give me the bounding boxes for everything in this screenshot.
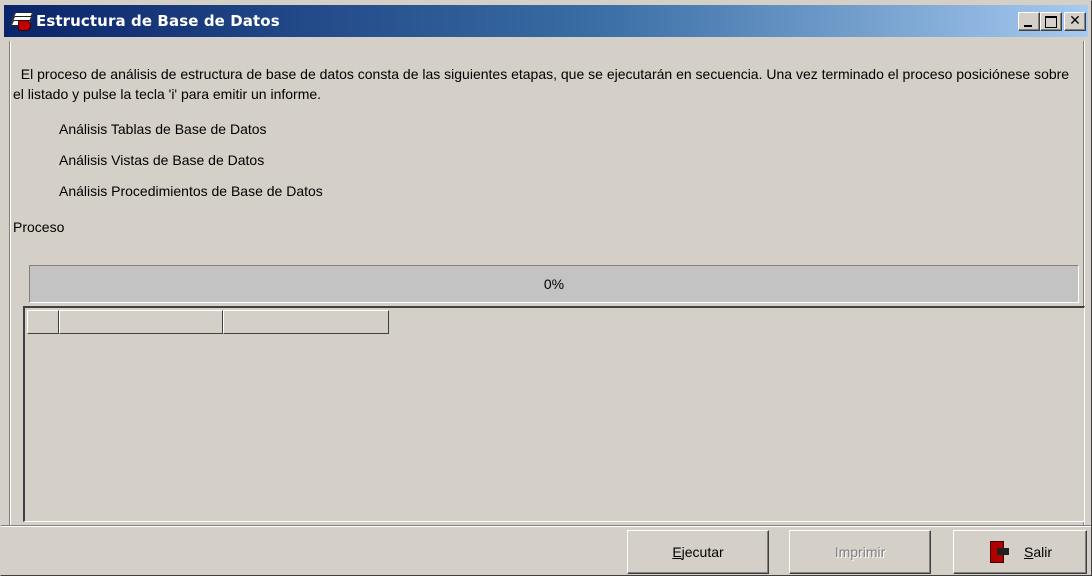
close-icon: ✕ (1069, 13, 1081, 29)
exit-door-icon (988, 541, 1010, 563)
salir-label: Salir (1023, 544, 1052, 560)
grid-header (27, 310, 389, 334)
results-grid[interactable] (23, 306, 1085, 522)
step-procedures: Análisis Procedimientos de Base de Datos (59, 183, 323, 199)
imprimir-button[interactable]: Imprimir (789, 530, 931, 574)
grid-column-1[interactable] (59, 310, 223, 334)
step-views: Análisis Vistas de Base de Datos (59, 152, 265, 168)
maximize-button[interactable] (1040, 12, 1062, 31)
left-frame-border (9, 41, 11, 525)
close-button[interactable]: ✕ (1064, 12, 1086, 31)
title-buttons: ✕ (1018, 12, 1086, 31)
title-bar[interactable]: Estructura de Base de Datos ✕ (4, 5, 1088, 37)
ejecutar-button[interactable]: Ejecutar (627, 530, 769, 574)
window-title: Estructura de Base de Datos (36, 12, 280, 30)
progress-text: 0% (543, 276, 565, 292)
progress-bar: 0% (29, 265, 1079, 303)
grid-indicator-column[interactable] (27, 310, 59, 334)
grid-column-2[interactable] (223, 310, 389, 334)
salir-button[interactable]: Salir (953, 530, 1087, 574)
description-text: El proceso de análisis de estructura de … (13, 66, 1073, 102)
main-window: Estructura de Base de Datos ✕ El proceso… (0, 0, 1092, 576)
step-tables: Análisis Tablas de Base de Datos (59, 121, 267, 137)
process-label: Proceso (13, 219, 65, 235)
ejecutar-label: Ejecutar (672, 544, 724, 560)
imprimir-label: Imprimir (834, 544, 886, 560)
app-icon (10, 11, 34, 31)
minimize-button[interactable] (1018, 12, 1040, 31)
bottom-divider (1, 525, 1091, 527)
